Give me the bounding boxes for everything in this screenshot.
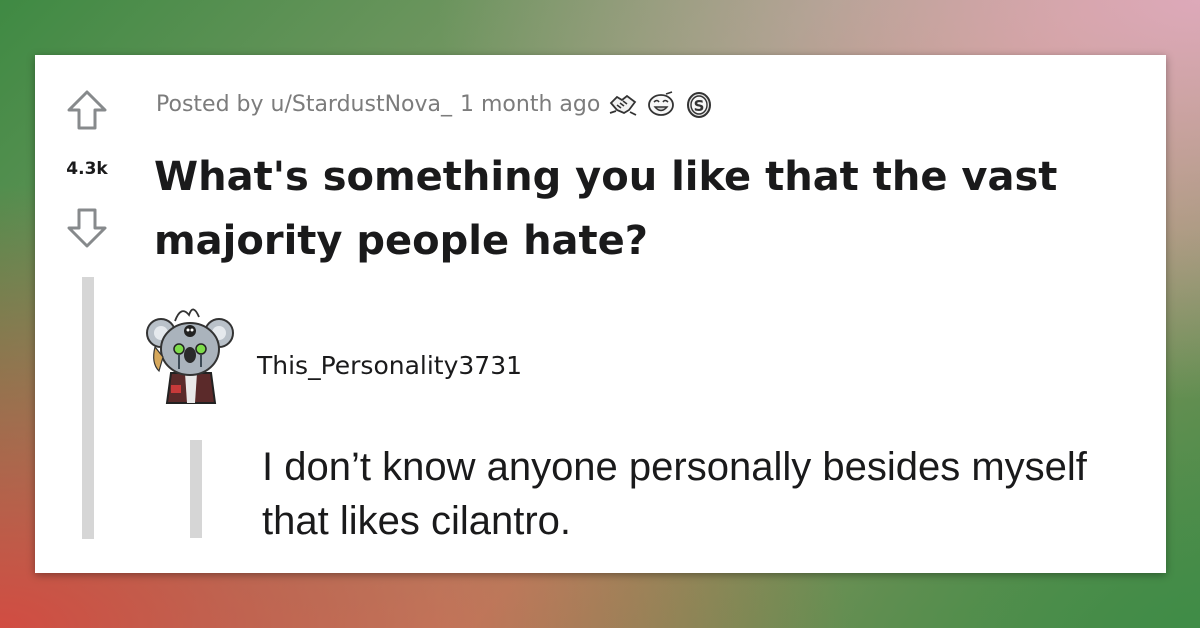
posted-by-link[interactable]: Posted by u/StardustNova_: [156, 92, 452, 117]
upvote-button[interactable]: [65, 89, 109, 131]
comment-text: I don’t know anyone personally besides m…: [262, 445, 1087, 543]
vote-score: 4.3k: [66, 159, 108, 179]
comment-author[interactable]: This_Personality3731: [257, 351, 522, 380]
post-meta: Posted by u/StardustNova_ 1 month ago S: [156, 87, 714, 121]
comment-quote-bar: [190, 440, 202, 538]
svg-text:S: S: [694, 97, 705, 115]
post-title[interactable]: What's something you like that the vast …: [154, 145, 1144, 273]
post-card: 4.3k Posted by u/StardustNova_ 1 month a…: [35, 55, 1166, 573]
post-time[interactable]: 1 month ago: [460, 92, 600, 117]
silver-coin-award-icon[interactable]: S: [684, 89, 714, 119]
downvote-button[interactable]: [65, 207, 109, 249]
thread-line[interactable]: [82, 277, 94, 539]
laughing-face-award-icon[interactable]: [646, 89, 676, 119]
down-arrow-icon: [67, 208, 107, 248]
koala-avatar-icon[interactable]: [141, 299, 241, 407]
up-arrow-icon: [67, 90, 107, 130]
handshake-award-icon[interactable]: [608, 89, 638, 119]
